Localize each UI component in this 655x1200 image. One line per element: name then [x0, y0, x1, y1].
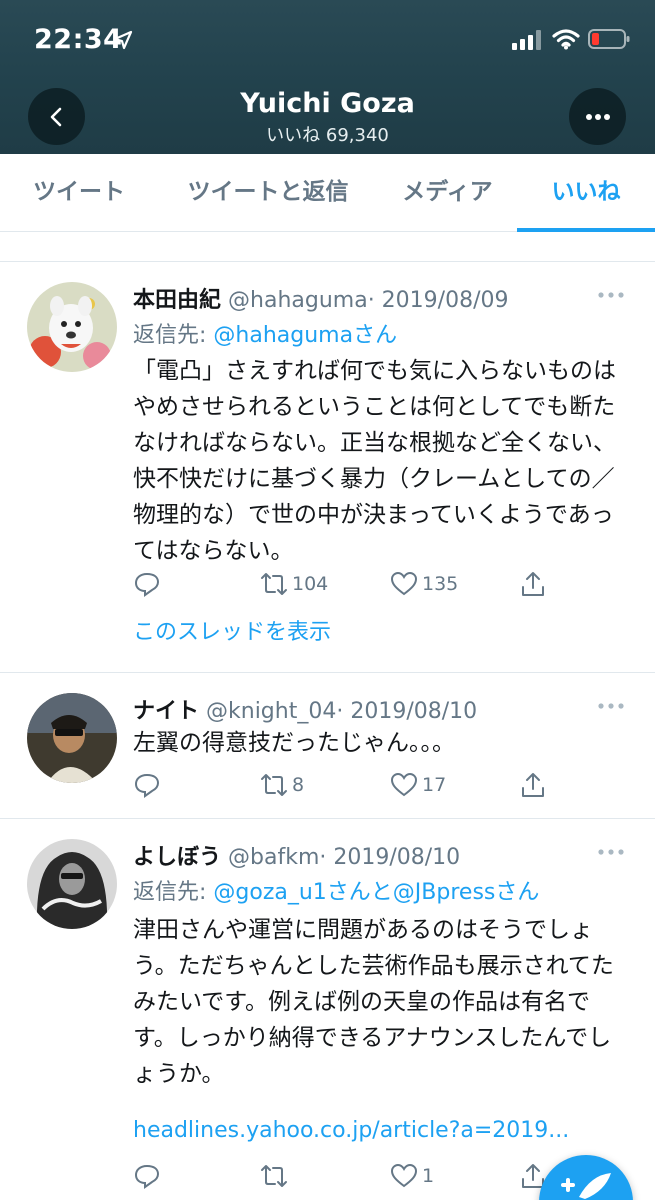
- reply-icon: [134, 1164, 160, 1189]
- share-icon: [522, 773, 544, 797]
- show-thread-link[interactable]: このスレッドを表示: [133, 614, 331, 646]
- likes-count: いいね 69,340: [266, 125, 389, 146]
- like-icon: [390, 1163, 418, 1188]
- avatar[interactable]: [27, 693, 117, 783]
- tab-tweets-and-replies[interactable]: ツイートと返信: [158, 154, 378, 232]
- retweet-icon: [261, 774, 287, 796]
- profile-tabs: ツイート ツイートと返信 メディア いいね: [0, 154, 655, 232]
- avatar-image: [27, 839, 117, 929]
- tweet-author-handle[interactable]: @knight_04: [206, 699, 336, 724]
- tweet-url-link[interactable]: headlines.yahoo.co.jp/article?a=2019...: [133, 1118, 569, 1143]
- avatar[interactable]: [27, 839, 117, 929]
- retweet-button[interactable]: 8: [260, 769, 304, 801]
- tweet-text: 津田さんや運営に問題があるのはそうでしょう。ただちゃんとした芸術作品も展示されて…: [133, 917, 614, 1087]
- tweet-header: よしぼう @bafkm· 2019/08/10: [133, 839, 460, 871]
- profile-name: Yuichi Goza: [240, 88, 415, 119]
- tweet-actions: 8 17: [133, 769, 613, 801]
- reply-to-line: 返信先: @hahagumaさん: [133, 317, 397, 349]
- tweet[interactable]: ナイト @knight_04· 2019/08/10 左翼の得意技だったじゃん。…: [0, 673, 655, 819]
- tweet-author-handle[interactable]: @hahaguma: [228, 288, 368, 313]
- status-bar: 22:34: [0, 0, 655, 80]
- compose-icon: [561, 1173, 611, 1199]
- retweet-icon: [261, 1165, 287, 1187]
- tweet[interactable]: よしぼう @bafkm· 2019/08/10 返信先: @goza_u1さんと…: [0, 819, 655, 1200]
- tweet-actions: 104 135: [133, 568, 613, 600]
- share-button[interactable]: [519, 769, 547, 801]
- tweet-menu-icon[interactable]: [596, 847, 626, 857]
- avatar-image: [27, 282, 117, 372]
- reply-button[interactable]: [133, 568, 161, 600]
- like-count: 135: [422, 573, 459, 595]
- tab-tweets[interactable]: ツイート: [0, 154, 158, 232]
- tab-media[interactable]: メディア: [378, 154, 517, 232]
- reply-button[interactable]: [133, 769, 161, 801]
- tab-likes[interactable]: いいね: [517, 154, 655, 232]
- wifi-icon: [552, 29, 580, 50]
- tweet-author-name[interactable]: 本田由紀: [133, 288, 221, 313]
- battery-icon: [588, 29, 630, 49]
- tweet-date: · 2019/08/10: [336, 699, 478, 724]
- reply-to-line: 返信先: @goza_u1さんと@JBpressさん: [133, 874, 539, 906]
- retweet-button[interactable]: [260, 1160, 292, 1192]
- compose-tweet-button[interactable]: [539, 1155, 633, 1200]
- tweet-author-name[interactable]: よしぼう: [133, 845, 221, 870]
- tweet-author-handle[interactable]: @bafkm: [228, 845, 319, 870]
- reply-to-prefix: 返信先:: [133, 323, 214, 348]
- status-time: 22:34: [34, 24, 123, 55]
- more-dots-icon: [585, 113, 610, 120]
- retweet-count: 8: [292, 774, 305, 796]
- like-icon: [390, 571, 418, 596]
- location-arrow-icon: [113, 30, 133, 50]
- avatar-image: [27, 693, 117, 783]
- reply-icon: [134, 572, 160, 597]
- share-icon: [522, 572, 544, 596]
- profile-header: 22:34 Yuichi Goza いいね 69,340: [0, 0, 655, 154]
- tweet-menu-icon[interactable]: [596, 701, 626, 711]
- like-count: 1: [422, 1165, 435, 1187]
- reply-icon: [134, 773, 160, 798]
- tweet-author-name[interactable]: ナイト: [133, 699, 199, 724]
- retweet-button[interactable]: 104: [260, 568, 328, 600]
- like-icon: [390, 772, 418, 797]
- tweet-date: · 2019/08/09: [367, 288, 509, 313]
- tweet-header: 本田由紀 @hahaguma· 2019/08/09: [133, 282, 508, 314]
- reply-button[interactable]: [133, 1160, 161, 1192]
- like-button[interactable]: 1: [390, 1160, 434, 1192]
- avatar[interactable]: [27, 282, 117, 372]
- section-gap: [0, 232, 655, 262]
- tweet[interactable]: 本田由紀 @hahaguma· 2019/08/09 返信先: @hahagum…: [0, 262, 655, 673]
- tweet-date: · 2019/08/10: [319, 845, 461, 870]
- reply-to-link[interactable]: @goza_u1さんと@JBpressさん: [213, 880, 539, 905]
- retweet-icon: [261, 573, 287, 595]
- retweet-count: 104: [292, 573, 329, 595]
- tweet-text: 左翼の得意技だったじゃん。。。: [133, 730, 455, 756]
- signal-icon: [512, 30, 541, 50]
- like-button[interactable]: 135: [390, 568, 458, 600]
- like-count: 17: [422, 774, 447, 796]
- tweet-text: 「電凸」さえすれば何でも気に入らないものはやめさせられるということは何としてでも…: [133, 358, 616, 564]
- more-button[interactable]: [569, 88, 626, 145]
- like-button[interactable]: 17: [390, 769, 446, 801]
- reply-to-link[interactable]: @hahagumaさん: [213, 323, 397, 348]
- reply-to-prefix: 返信先:: [133, 880, 214, 905]
- tweet-menu-icon[interactable]: [596, 290, 626, 300]
- share-button[interactable]: [519, 568, 547, 600]
- tweet-header: ナイト @knight_04· 2019/08/10: [133, 693, 477, 725]
